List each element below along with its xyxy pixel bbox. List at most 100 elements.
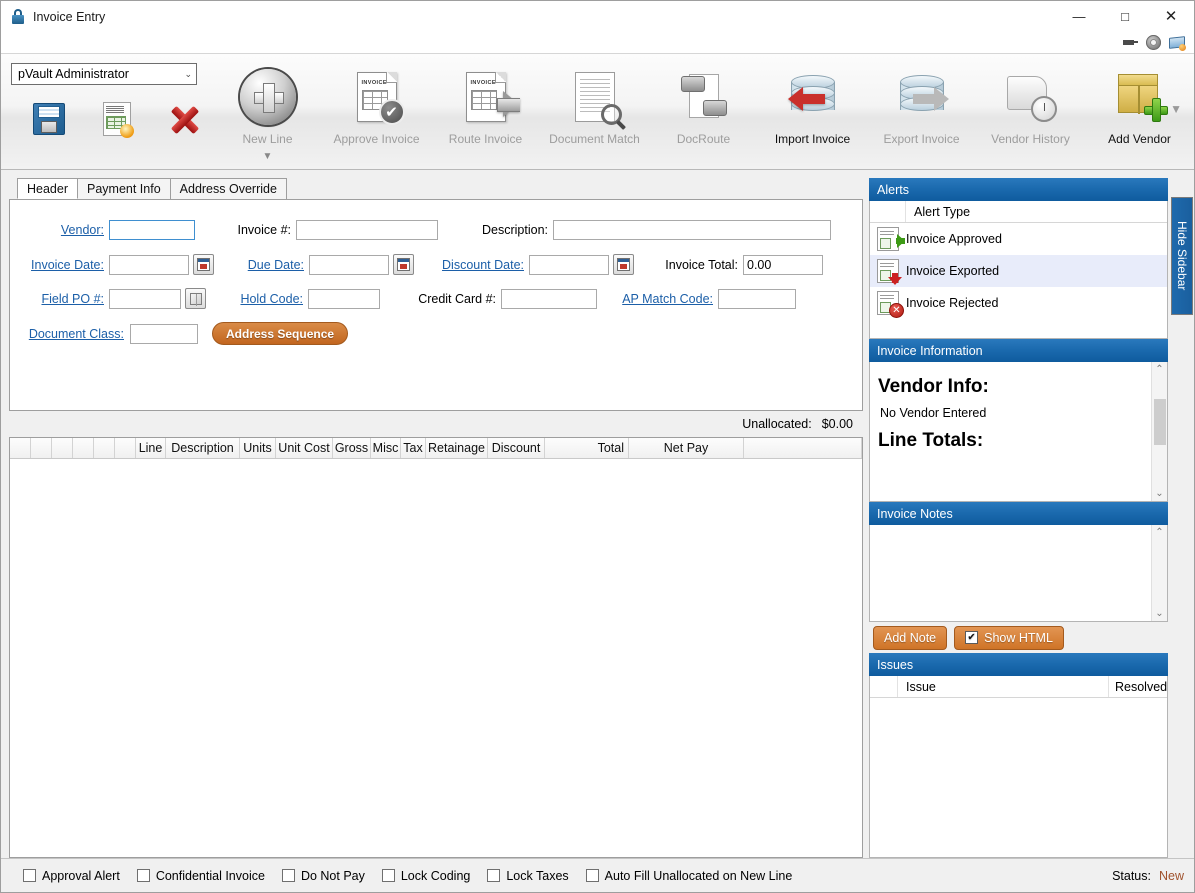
close-button[interactable]: ✕ <box>1148 1 1194 31</box>
ribbon-label: Export Invoice <box>883 132 960 146</box>
scroll-up-icon[interactable]: ⌃ <box>1155 527 1163 538</box>
checkbox-box[interactable] <box>136 869 150 882</box>
document-class-label[interactable]: Document Class: <box>24 327 124 341</box>
save-button[interactable] <box>25 97 73 141</box>
ribbon-vendor-history[interactable]: Vendor History <box>976 60 1085 146</box>
ribbon-export-invoice[interactable]: Export Invoice <box>867 60 976 146</box>
toolbar-ribbon: pVault Administrator ⌄ New Line ▼ INVOIC… <box>1 54 1194 170</box>
checkbox-box[interactable] <box>585 869 599 882</box>
grid-col-total[interactable]: Total <box>545 438 629 458</box>
scroll-up-icon[interactable]: ⌃ <box>1155 364 1163 375</box>
ap-match-code-input[interactable] <box>718 288 796 309</box>
grid-col-units[interactable]: Units <box>240 438 276 458</box>
new-line-dropdown-caret[interactable]: ▼ <box>263 151 273 162</box>
grid-col-gross[interactable]: Gross <box>333 438 371 458</box>
checkbox-box[interactable] <box>281 869 295 882</box>
ap-match-code-label[interactable]: AP Match Code: <box>613 292 713 306</box>
mail-alert-icon[interactable] <box>1169 34 1186 51</box>
grid-col-retainage[interactable]: Retainage <box>426 438 488 458</box>
vendor-input[interactable] <box>109 220 195 240</box>
checkbox-box[interactable] <box>23 869 36 882</box>
new-invoice-button[interactable] <box>93 97 141 141</box>
checkbox-lock-coding[interactable]: Lock Coding <box>381 869 470 883</box>
grid-col-line[interactable]: Line <box>136 438 166 458</box>
ribbon-new-line[interactable]: New Line ▼ <box>213 60 322 162</box>
add-note-button[interactable]: Add Note <box>873 625 948 650</box>
doc-cycle-icon <box>680 64 727 130</box>
discount-date-calendar-button[interactable] <box>613 254 634 275</box>
checkbox-approval-alert[interactable]: Approval Alert <box>23 869 120 883</box>
discount-date-input[interactable] <box>529 254 609 275</box>
invoice-notes-text[interactable] <box>870 525 1151 621</box>
invoice-information-panel-title: Invoice Information <box>869 339 1168 362</box>
hide-sidebar-button[interactable]: Hide Sidebar <box>1171 197 1193 315</box>
checkbox-box[interactable] <box>381 869 395 882</box>
due-date-input[interactable] <box>309 254 389 275</box>
invoice-notes-scrollbar[interactable]: ⌃ ⌄ <box>1151 525 1167 621</box>
alert-row[interactable]: Invoice Approved <box>870 223 1167 255</box>
user-role-select[interactable]: pVault Administrator ⌄ <box>11 63 197 85</box>
ribbon-approve-invoice[interactable]: INVOICE ✔ Approve Invoice <box>322 60 431 146</box>
checkbox-confidential-invoice[interactable]: Confidential Invoice <box>136 869 265 883</box>
grid-col-net-pay[interactable]: Net Pay <box>629 438 744 458</box>
address-sequence-button[interactable]: Address Sequence <box>212 322 349 345</box>
grid-col-unit-cost[interactable]: Unit Cost <box>276 438 333 458</box>
lock-icon <box>11 9 25 24</box>
document-class-input[interactable] <box>130 323 198 344</box>
invoice-number-input[interactable] <box>296 220 438 240</box>
checkbox-do-not-pay[interactable]: Do Not Pay <box>281 869 365 883</box>
vendor-label[interactable]: Vendor: <box>24 223 104 237</box>
ribbon-overflow-caret[interactable]: ▼ <box>1170 102 1182 116</box>
pin-icon[interactable] <box>1121 34 1138 51</box>
plus-circle-icon <box>239 64 296 130</box>
checkbox-icon: ✔ <box>965 631 979 644</box>
field-po-label[interactable]: Field PO #: <box>24 292 104 306</box>
field-po-lookup-button[interactable] <box>185 288 206 309</box>
invoice-date-calendar-button[interactable] <box>193 254 214 275</box>
grid-col-description[interactable]: Description <box>166 438 240 458</box>
checkbox-lock-taxes[interactable]: Lock Taxes <box>487 869 569 883</box>
field-po-input[interactable] <box>109 288 181 309</box>
due-date-calendar-button[interactable] <box>393 254 414 275</box>
hold-code-input[interactable] <box>308 288 380 309</box>
show-html-toggle[interactable]: ✔ Show HTML <box>954 625 1064 650</box>
checkbox-box[interactable] <box>487 869 501 882</box>
tab-address-override[interactable]: Address Override <box>169 178 287 199</box>
scroll-down-icon[interactable]: ⌄ <box>1155 608 1163 619</box>
gear-icon[interactable] <box>1145 34 1162 51</box>
issues-column-resolved[interactable]: Resolved <box>1109 680 1167 694</box>
scroll-down-icon[interactable]: ⌄ <box>1155 488 1163 499</box>
maximize-button[interactable]: □ <box>1102 1 1148 31</box>
delete-button[interactable] <box>161 97 209 141</box>
line-items-body[interactable] <box>10 459 862 857</box>
right-sidebar: Alerts Alert Type Invoice Approved Invoi… <box>863 170 1193 858</box>
ribbon-import-invoice[interactable]: Import Invoice <box>758 60 867 146</box>
due-date-label[interactable]: Due Date: <box>232 258 304 272</box>
invoice-date-label[interactable]: Invoice Date: <box>24 258 104 272</box>
ribbon-docroute[interactable]: DocRoute <box>649 60 758 146</box>
discount-date-label[interactable]: Discount Date: <box>432 258 524 272</box>
invoice-date-input[interactable] <box>109 254 189 275</box>
grid-blank-col <box>31 438 52 458</box>
issues-column-issue[interactable]: Issue <box>898 676 1109 697</box>
hold-code-label[interactable]: Hold Code: <box>221 292 303 306</box>
tab-payment-info[interactable]: Payment Info <box>77 178 171 199</box>
grid-blank-col <box>10 438 31 458</box>
minimize-button[interactable]: — <box>1056 1 1102 31</box>
credit-card-input[interactable] <box>501 288 597 309</box>
invoice-total-input[interactable] <box>743 254 823 275</box>
alert-row[interactable]: ✕ Invoice Rejected <box>870 287 1167 319</box>
grid-col-discount[interactable]: Discount <box>488 438 545 458</box>
ribbon-route-invoice[interactable]: INVOICE Route Invoice <box>431 60 540 146</box>
scrollbar-thumb[interactable] <box>1153 398 1166 445</box>
description-input[interactable] <box>553 220 831 240</box>
alerts-type-column-header[interactable]: Alert Type <box>906 205 970 219</box>
tab-header[interactable]: Header <box>17 178 78 199</box>
invoice-information-scrollbar[interactable]: ⌃ ⌄ <box>1151 362 1167 501</box>
checkbox-auto-fill-unallocated[interactable]: Auto Fill Unallocated on New Line <box>585 869 792 883</box>
grid-col-tax[interactable]: Tax <box>401 438 426 458</box>
alert-row[interactable]: Invoice Exported <box>870 255 1167 287</box>
grid-col-misc[interactable]: Misc <box>371 438 401 458</box>
ribbon-document-match[interactable]: Document Match <box>540 60 649 146</box>
quick-icon-strip <box>1 32 1194 54</box>
